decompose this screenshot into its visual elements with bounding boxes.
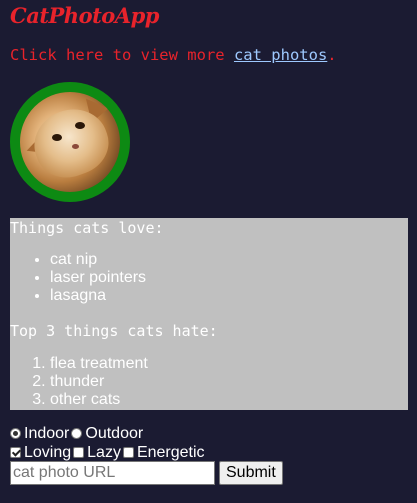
lazy-label: Lazy bbox=[87, 443, 121, 461]
lazy-checkbox[interactable] bbox=[73, 447, 85, 458]
personality-checkbox-group: Loving Lazy Energetic bbox=[10, 443, 207, 462]
indoor-radio[interactable] bbox=[10, 428, 21, 439]
outdoor-label: Outdoor bbox=[85, 424, 144, 442]
submit-button[interactable]: Submit bbox=[219, 461, 283, 485]
intro-text: Click here to view more cat photos. bbox=[10, 46, 337, 64]
lazy-checkbox-label[interactable]: Lazy bbox=[73, 444, 121, 462]
submit-row: Submit bbox=[10, 461, 283, 485]
cat-photo[interactable] bbox=[10, 82, 130, 202]
list-item: cat nip bbox=[50, 251, 146, 269]
list-item: other cats bbox=[50, 391, 148, 409]
energetic-checkbox[interactable] bbox=[122, 447, 134, 458]
love-list: cat nip laser pointers lasagna bbox=[10, 251, 146, 305]
indoor-label: Indoor bbox=[24, 424, 70, 442]
cat-eye-left bbox=[52, 134, 62, 141]
outdoor-radio[interactable] bbox=[71, 428, 83, 439]
energetic-checkbox-label[interactable]: Energetic bbox=[122, 443, 205, 462]
list-item: thunder bbox=[50, 373, 148, 391]
cat-photos-link[interactable]: cat photos bbox=[234, 46, 327, 64]
hate-list-heading: Top 3 things cats hate: bbox=[10, 322, 218, 340]
location-radio-group: Indoor Outdoor bbox=[10, 424, 207, 443]
outdoor-radio-label[interactable]: Outdoor bbox=[71, 425, 143, 443]
loving-label: Loving bbox=[24, 443, 72, 461]
loving-checkbox[interactable] bbox=[10, 447, 21, 458]
intro-prefix: Click here to view more bbox=[10, 46, 234, 64]
list-item: laser pointers bbox=[50, 269, 146, 287]
list-item: lasagna bbox=[50, 287, 146, 305]
love-list-heading: Things cats love: bbox=[10, 219, 164, 237]
cat-photo-form: Indoor Outdoor Loving Lazy Energetic bbox=[10, 424, 207, 462]
cat-lists-panel: Things cats love: cat nip laser pointers… bbox=[10, 218, 408, 410]
intro-suffix: . bbox=[327, 46, 337, 64]
list-item: flea treatment bbox=[50, 355, 148, 373]
hate-list: flea treatment thunder other cats bbox=[10, 355, 148, 409]
cat-nose bbox=[72, 144, 79, 149]
app-title: CatPhotoApp bbox=[10, 3, 159, 28]
indoor-radio-label[interactable]: Indoor bbox=[10, 425, 69, 443]
loving-checkbox-label[interactable]: Loving bbox=[10, 444, 71, 462]
cat-photo-url-input[interactable] bbox=[10, 461, 215, 485]
cat-eye-right bbox=[75, 122, 85, 129]
energetic-label: Energetic bbox=[136, 443, 205, 461]
